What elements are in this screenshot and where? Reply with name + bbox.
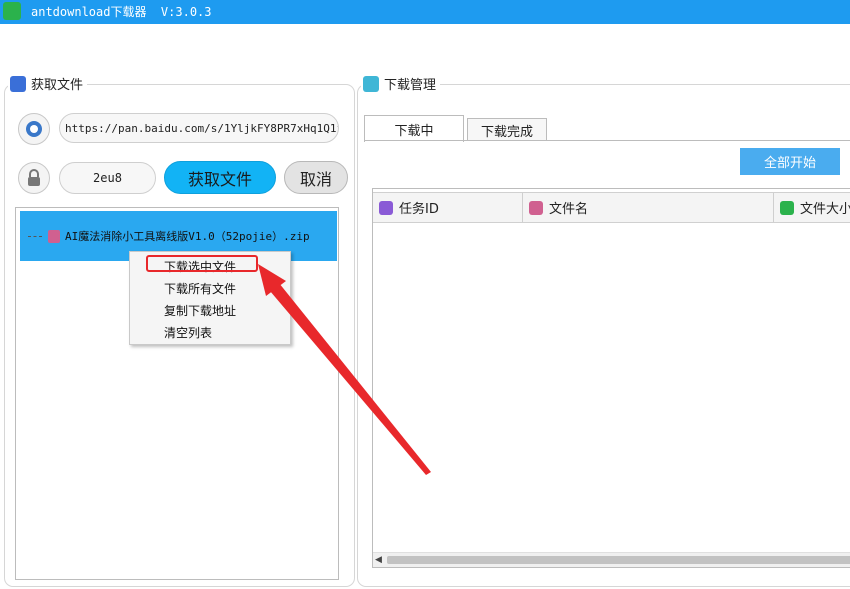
annotation-arrow [258,264,431,475]
